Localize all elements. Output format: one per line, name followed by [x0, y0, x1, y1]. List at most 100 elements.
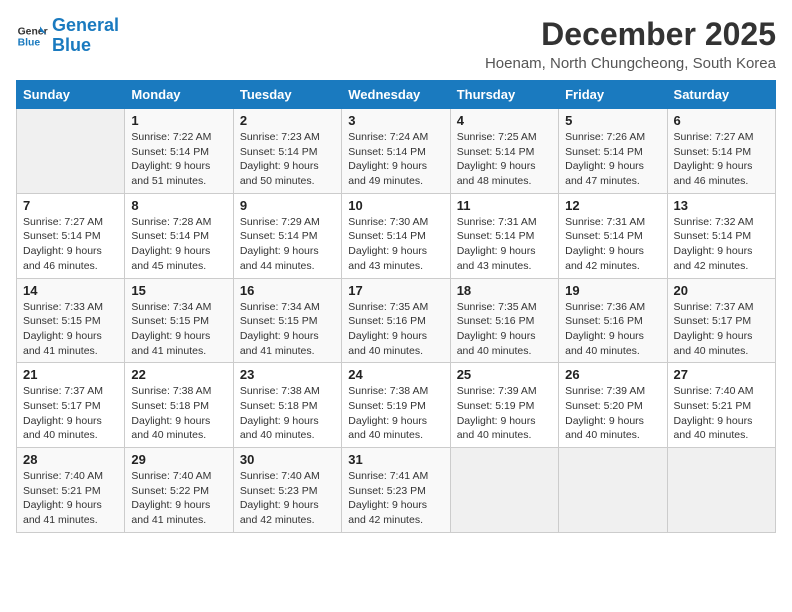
day-number: 2 — [240, 113, 335, 128]
calendar-cell: 19 Sunrise: 7:36 AM Sunset: 5:16 PM Dayli… — [559, 278, 667, 363]
day-info: Sunrise: 7:40 AM Sunset: 5:22 PM Dayligh… — [131, 469, 226, 528]
svg-text:Blue: Blue — [18, 37, 41, 48]
calendar-cell: 29 Sunrise: 7:40 AM Sunset: 5:22 PM Dayli… — [125, 448, 233, 533]
calendar-table: SundayMondayTuesdayWednesdayThursdayFrid… — [16, 80, 776, 533]
day-info: Sunrise: 7:29 AM Sunset: 5:14 PM Dayligh… — [240, 215, 335, 274]
month-title: December 2025 — [485, 16, 776, 53]
day-number: 11 — [457, 198, 552, 213]
day-number: 5 — [565, 113, 660, 128]
day-info: Sunrise: 7:34 AM Sunset: 5:15 PM Dayligh… — [131, 300, 226, 359]
day-number: 23 — [240, 367, 335, 382]
calendar-cell: 28Sunrise: 7:40 AM Sunset: 5:21 PM Dayli… — [17, 448, 125, 533]
weekday-header-sunday: Sunday — [17, 81, 125, 109]
calendar-cell: 27 Sunrise: 7:40 AM Sunset: 5:21 PM Dayli… — [667, 363, 775, 448]
day-number: 21 — [23, 367, 118, 382]
day-info: Sunrise: 7:31 AM Sunset: 5:14 PM Dayligh… — [457, 215, 552, 274]
day-info: Sunrise: 7:23 AM Sunset: 5:14 PM Dayligh… — [240, 130, 335, 189]
day-number: 19 — [565, 283, 660, 298]
day-info: Sunrise: 7:22 AM Sunset: 5:14 PM Dayligh… — [131, 130, 226, 189]
day-info: Sunrise: 7:41 AM Sunset: 5:23 PM Dayligh… — [348, 469, 443, 528]
day-number: 8 — [131, 198, 226, 213]
day-number: 1 — [131, 113, 226, 128]
day-number: 3 — [348, 113, 443, 128]
calendar-cell — [17, 109, 125, 194]
calendar-cell: 5 Sunrise: 7:26 AM Sunset: 5:14 PM Daylig… — [559, 109, 667, 194]
day-info: Sunrise: 7:26 AM Sunset: 5:14 PM Dayligh… — [565, 130, 660, 189]
calendar-cell: 25 Sunrise: 7:39 AM Sunset: 5:19 PM Dayli… — [450, 363, 558, 448]
calendar-cell: 24 Sunrise: 7:38 AM Sunset: 5:19 PM Dayli… — [342, 363, 450, 448]
calendar-week-1: 1 Sunrise: 7:22 AM Sunset: 5:14 PM Daylig… — [17, 109, 776, 194]
day-info: Sunrise: 7:40 AM Sunset: 5:21 PM Dayligh… — [674, 384, 769, 443]
calendar-cell: 4 Sunrise: 7:25 AM Sunset: 5:14 PM Daylig… — [450, 109, 558, 194]
day-info: Sunrise: 7:39 AM Sunset: 5:19 PM Dayligh… — [457, 384, 552, 443]
calendar-week-3: 14Sunrise: 7:33 AM Sunset: 5:15 PM Dayli… — [17, 278, 776, 363]
weekday-header-monday: Monday — [125, 81, 233, 109]
day-info: Sunrise: 7:30 AM Sunset: 5:14 PM Dayligh… — [348, 215, 443, 274]
weekday-header-row: SundayMondayTuesdayWednesdayThursdayFrid… — [17, 81, 776, 109]
weekday-header-wednesday: Wednesday — [342, 81, 450, 109]
weekday-header-saturday: Saturday — [667, 81, 775, 109]
day-number: 10 — [348, 198, 443, 213]
day-number: 27 — [674, 367, 769, 382]
logo: General Blue General Blue — [16, 16, 119, 56]
day-info: Sunrise: 7:24 AM Sunset: 5:14 PM Dayligh… — [348, 130, 443, 189]
calendar-cell: 23 Sunrise: 7:38 AM Sunset: 5:18 PM Dayli… — [233, 363, 341, 448]
day-info: Sunrise: 7:38 AM Sunset: 5:18 PM Dayligh… — [240, 384, 335, 443]
calendar-cell: 31 Sunrise: 7:41 AM Sunset: 5:23 PM Dayli… — [342, 448, 450, 533]
day-info: Sunrise: 7:40 AM Sunset: 5:21 PM Dayligh… — [23, 469, 118, 528]
day-info: Sunrise: 7:37 AM Sunset: 5:17 PM Dayligh… — [23, 384, 118, 443]
day-info: Sunrise: 7:25 AM Sunset: 5:14 PM Dayligh… — [457, 130, 552, 189]
location-title: Hoenam, North Chungcheong, South Korea — [485, 55, 776, 72]
calendar-cell: 26 Sunrise: 7:39 AM Sunset: 5:20 PM Dayli… — [559, 363, 667, 448]
day-number: 25 — [457, 367, 552, 382]
calendar-cell: 16Sunrise: 7:34 AM Sunset: 5:15 PM Dayli… — [233, 278, 341, 363]
calendar-week-5: 28Sunrise: 7:40 AM Sunset: 5:21 PM Dayli… — [17, 448, 776, 533]
day-number: 12 — [565, 198, 660, 213]
calendar-cell: 13 Sunrise: 7:32 AM Sunset: 5:14 PM Dayli… — [667, 193, 775, 278]
calendar-body: 1 Sunrise: 7:22 AM Sunset: 5:14 PM Daylig… — [17, 109, 776, 533]
day-number: 17 — [348, 283, 443, 298]
logo-text-line1: General — [52, 16, 119, 36]
day-info: Sunrise: 7:40 AM Sunset: 5:23 PM Dayligh… — [240, 469, 335, 528]
calendar-cell: 9 Sunrise: 7:29 AM Sunset: 5:14 PM Daylig… — [233, 193, 341, 278]
weekday-header-tuesday: Tuesday — [233, 81, 341, 109]
day-info: Sunrise: 7:38 AM Sunset: 5:19 PM Dayligh… — [348, 384, 443, 443]
calendar-cell: 21 Sunrise: 7:37 AM Sunset: 5:17 PM Dayli… — [17, 363, 125, 448]
calendar-week-2: 7Sunrise: 7:27 AM Sunset: 5:14 PM Daylig… — [17, 193, 776, 278]
calendar-cell: 14Sunrise: 7:33 AM Sunset: 5:15 PM Dayli… — [17, 278, 125, 363]
day-number: 31 — [348, 452, 443, 467]
day-info: Sunrise: 7:32 AM Sunset: 5:14 PM Dayligh… — [674, 215, 769, 274]
day-number: 30 — [240, 452, 335, 467]
calendar-cell: 30 Sunrise: 7:40 AM Sunset: 5:23 PM Dayli… — [233, 448, 341, 533]
calendar-cell: 11 Sunrise: 7:31 AM Sunset: 5:14 PM Dayli… — [450, 193, 558, 278]
day-number: 13 — [674, 198, 769, 213]
calendar-cell: 6Sunrise: 7:27 AM Sunset: 5:14 PM Daylig… — [667, 109, 775, 194]
day-number: 20 — [674, 283, 769, 298]
day-number: 24 — [348, 367, 443, 382]
day-info: Sunrise: 7:35 AM Sunset: 5:16 PM Dayligh… — [348, 300, 443, 359]
calendar-cell: 8 Sunrise: 7:28 AM Sunset: 5:14 PM Daylig… — [125, 193, 233, 278]
calendar-cell: 22Sunrise: 7:38 AM Sunset: 5:18 PM Dayli… — [125, 363, 233, 448]
day-info: Sunrise: 7:39 AM Sunset: 5:20 PM Dayligh… — [565, 384, 660, 443]
page-header: General Blue General Blue December 2025 … — [16, 16, 776, 72]
calendar-cell: 1 Sunrise: 7:22 AM Sunset: 5:14 PM Daylig… — [125, 109, 233, 194]
calendar-week-4: 21 Sunrise: 7:37 AM Sunset: 5:17 PM Dayli… — [17, 363, 776, 448]
day-number: 26 — [565, 367, 660, 382]
day-number: 29 — [131, 452, 226, 467]
day-number: 22 — [131, 367, 226, 382]
calendar-cell: 17 Sunrise: 7:35 AM Sunset: 5:16 PM Dayli… — [342, 278, 450, 363]
day-info: Sunrise: 7:37 AM Sunset: 5:17 PM Dayligh… — [674, 300, 769, 359]
title-block: December 2025 Hoenam, North Chungcheong,… — [485, 16, 776, 72]
calendar-cell: 20 Sunrise: 7:37 AM Sunset: 5:17 PM Dayli… — [667, 278, 775, 363]
day-info: Sunrise: 7:33 AM Sunset: 5:15 PM Dayligh… — [23, 300, 118, 359]
day-info: Sunrise: 7:31 AM Sunset: 5:14 PM Dayligh… — [565, 215, 660, 274]
day-number: 18 — [457, 283, 552, 298]
day-number: 4 — [457, 113, 552, 128]
day-info: Sunrise: 7:36 AM Sunset: 5:16 PM Dayligh… — [565, 300, 660, 359]
day-info: Sunrise: 7:27 AM Sunset: 5:14 PM Dayligh… — [674, 130, 769, 189]
calendar-cell: 10 Sunrise: 7:30 AM Sunset: 5:14 PM Dayli… — [342, 193, 450, 278]
calendar-cell — [559, 448, 667, 533]
day-number: 9 — [240, 198, 335, 213]
day-info: Sunrise: 7:28 AM Sunset: 5:14 PM Dayligh… — [131, 215, 226, 274]
calendar-cell — [450, 448, 558, 533]
